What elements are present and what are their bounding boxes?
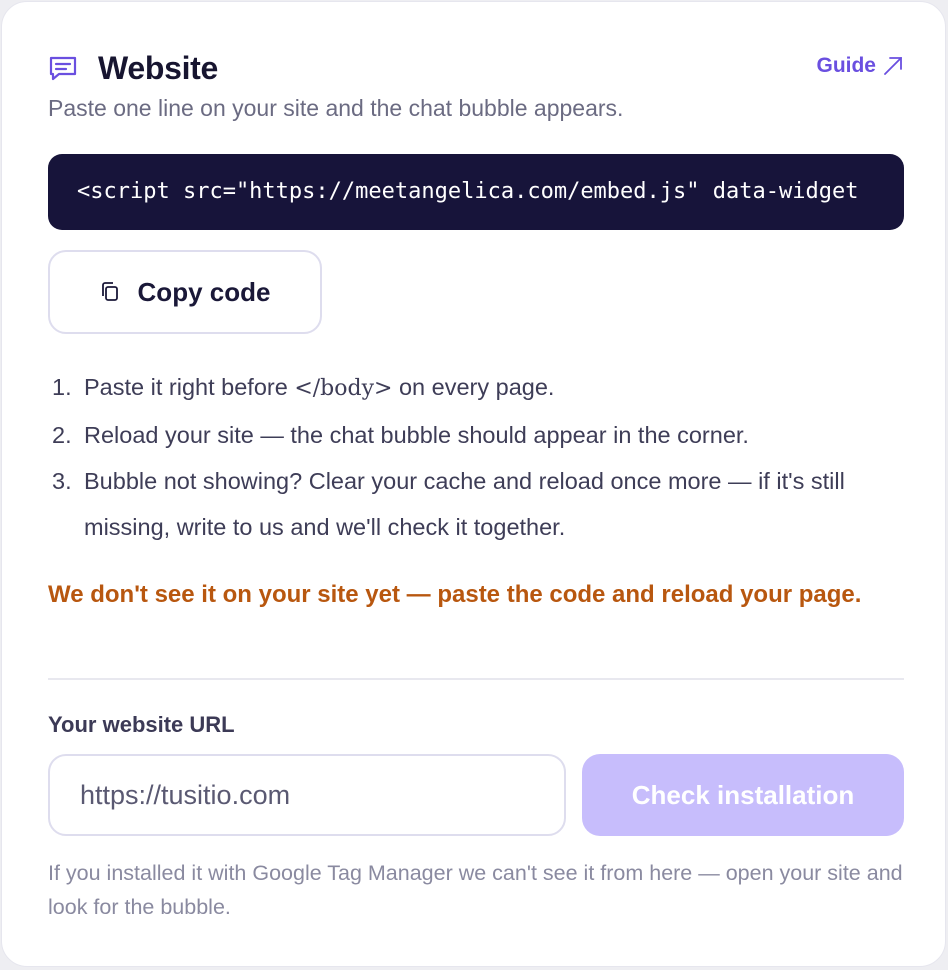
step-text: Reload your site — the chat bubble shoul…: [84, 422, 749, 448]
arrow-up-right-icon: [884, 57, 902, 75]
step-number: 1.: [52, 374, 72, 400]
install-step: 1. Paste it right before </body> on ever…: [52, 364, 904, 412]
step-number: 2.: [52, 422, 72, 448]
card-header: Website Guide: [48, 48, 904, 88]
step-number: 3.: [52, 468, 72, 494]
embed-code-snippet: <script src="https://meetangelica.com/em…: [77, 179, 859, 204]
section-divider: [48, 678, 904, 680]
website-url-label: Your website URL: [48, 712, 235, 737]
website-install-card: Website Guide Paste one line on your sit…: [1, 1, 946, 967]
install-step: 3. Bubble not showing? Clear your cache …: [52, 458, 904, 550]
guide-link[interactable]: Guide: [816, 54, 904, 78]
website-url-input[interactable]: [48, 754, 566, 836]
embed-code-box[interactable]: <script src="https://meetangelica.com/em…: [48, 154, 904, 230]
step-text: Bubble not showing? Clear your cache and…: [84, 468, 845, 540]
copy-icon: [101, 282, 118, 301]
check-installation-button[interactable]: Check installation: [582, 754, 904, 836]
chat-icon: [49, 56, 77, 81]
install-step: 2. Reload your site — the chat bubble sh…: [52, 412, 904, 458]
step-text: Paste it right before: [84, 374, 295, 400]
page-subtitle: Paste one line on your site and the chat…: [48, 95, 624, 121]
copy-code-button[interactable]: Copy code: [48, 250, 322, 334]
install-steps-list: 1. Paste it right before </body> on ever…: [52, 364, 904, 550]
installation-status-warning: We don't see it on your site yet — paste…: [48, 581, 862, 608]
gtm-footnote: If you installed it with Google Tag Mana…: [48, 861, 903, 919]
guide-link-label: Guide: [816, 54, 876, 77]
step-text: on every page.: [392, 374, 555, 400]
copy-code-label: Copy code: [137, 276, 271, 307]
body-tag-code: </body>: [294, 376, 393, 401]
page-title: Website: [98, 50, 219, 86]
